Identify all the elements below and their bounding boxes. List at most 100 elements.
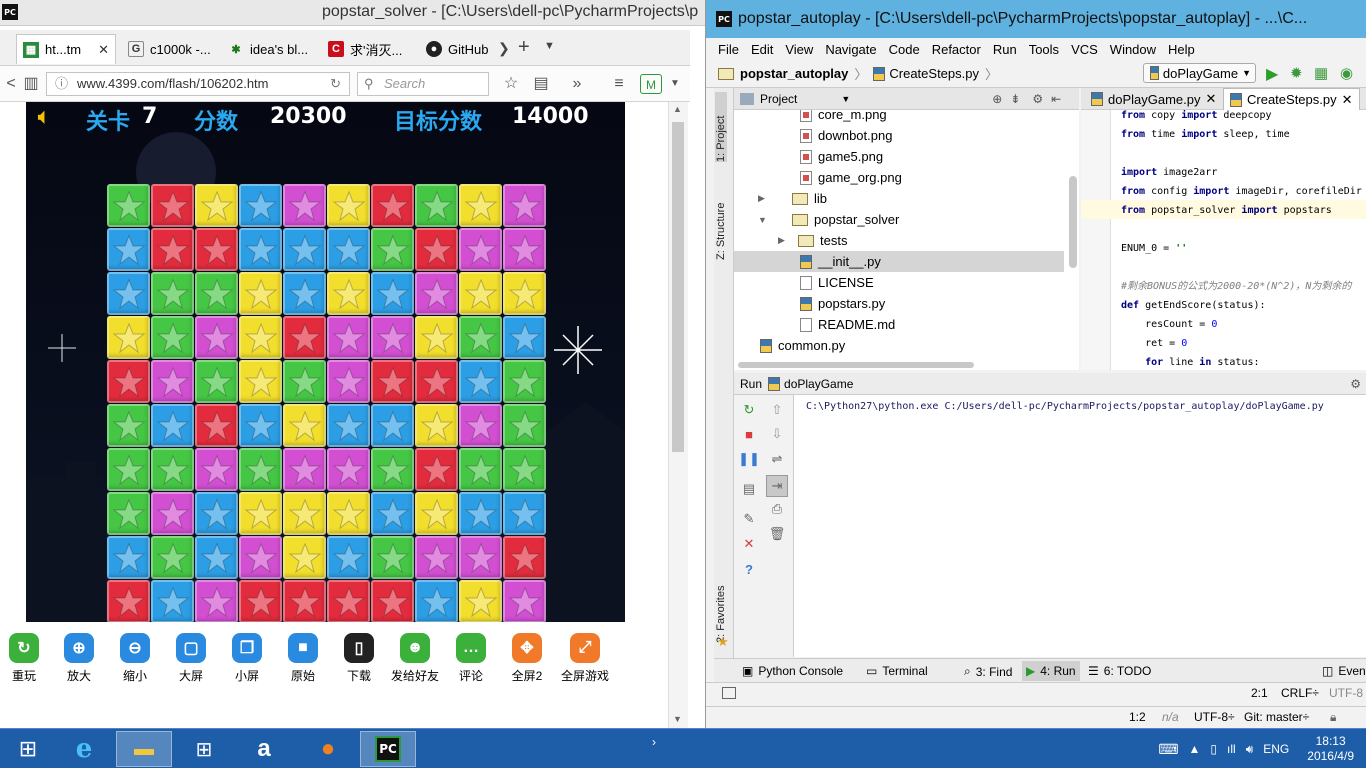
star-tile[interactable]: [151, 316, 194, 359]
wifi-signal-icon[interactable]: ıll: [1227, 742, 1236, 756]
star-tile[interactable]: [195, 448, 238, 491]
rerun-icon[interactable]: ↻: [740, 401, 758, 419]
run-config-select[interactable]: doPlayGame ▼: [1143, 63, 1256, 83]
browser-tab-2[interactable]: G c1000k -...: [122, 34, 217, 64]
star-tile[interactable]: [327, 316, 370, 359]
overflow-chevron-icon[interactable]: »: [566, 74, 588, 94]
tree-item[interactable]: popstars.py: [734, 293, 1064, 314]
star-tile[interactable]: [283, 404, 326, 447]
collapse-all-icon[interactable]: ⇟: [1010, 92, 1020, 106]
bookmark-star-icon[interactable]: ☆: [500, 74, 522, 94]
hide-panel-icon[interactable]: ⇤: [1051, 92, 1061, 106]
game-tool-small-screen[interactable]: ❐ 小屏: [219, 633, 275, 684]
star-tile[interactable]: [371, 272, 414, 315]
star-tile[interactable]: [503, 580, 546, 622]
tree-item[interactable]: common.py: [734, 335, 1064, 356]
star-tile[interactable]: [239, 272, 282, 315]
menu-tools[interactable]: Tools: [1029, 42, 1059, 57]
star-tile[interactable]: [195, 536, 238, 579]
code-editor[interactable]: from copy import deepcopy from time impor…: [1081, 110, 1366, 370]
file-explorer-icon[interactable]: ▬: [116, 731, 172, 767]
star-tile[interactable]: [503, 404, 546, 447]
star-tile[interactable]: [239, 404, 282, 447]
star-tile[interactable]: [107, 536, 150, 579]
scroll-up-icon[interactable]: ▲: [673, 104, 682, 114]
star-tile[interactable]: [327, 272, 370, 315]
tool-tab[interactable]: ◫ Event: [1322, 664, 1366, 678]
sound-icon[interactable]: 🔈︎: [38, 104, 50, 128]
star-tile[interactable]: [459, 184, 502, 227]
game-tool-zoom-out[interactable]: ⊖ 缩小: [107, 633, 163, 684]
tool-tab[interactable]: ☰ 6: TODO: [1088, 664, 1151, 678]
star-tile[interactable]: [371, 228, 414, 271]
scroll-down-icon[interactable]: ▼: [673, 714, 682, 724]
star-tile[interactable]: [283, 492, 326, 535]
star-tile[interactable]: [327, 492, 370, 535]
star-tile[interactable]: [503, 360, 546, 403]
game-tool-phone-download[interactable]: ▯ 下载: [331, 633, 387, 684]
game-tool-zoom-in[interactable]: ⊕ 放大: [51, 633, 107, 684]
back-icon[interactable]: <: [0, 74, 22, 94]
star-tile[interactable]: [503, 536, 546, 579]
extension-icon[interactable]: M: [640, 74, 662, 94]
tree-expander-icon[interactable]: ▼: [758, 215, 767, 225]
battery-icon[interactable]: ▯: [1210, 742, 1217, 756]
caret-position-2[interactable]: 1:2: [1129, 710, 1146, 724]
game-tool-share-friend[interactable]: ☻ 发给好友: [387, 633, 443, 684]
star-tile[interactable]: [195, 580, 238, 622]
tree-item[interactable]: game5.png: [734, 146, 1064, 167]
star-tile[interactable]: [151, 404, 194, 447]
reload-icon[interactable]: ↻: [330, 73, 341, 95]
star-tile[interactable]: [459, 580, 502, 622]
profile-icon[interactable]: ◉: [1340, 64, 1353, 82]
star-tile[interactable]: [327, 448, 370, 491]
star-tile[interactable]: [151, 184, 194, 227]
menu-view[interactable]: View: [785, 42, 813, 57]
tab-scroll-right-icon[interactable]: ❯: [498, 40, 510, 57]
star-tile[interactable]: [151, 492, 194, 535]
star-tile[interactable]: [371, 448, 414, 491]
star-tile[interactable]: [459, 272, 502, 315]
star-tile[interactable]: [239, 448, 282, 491]
game-tool-original-size[interactable]: ■ 原始: [275, 633, 331, 684]
star-tile[interactable]: [283, 536, 326, 579]
coverage-icon[interactable]: ▦: [1314, 64, 1328, 82]
star-tile[interactable]: [415, 448, 458, 491]
star-tile[interactable]: [415, 580, 458, 622]
tree-item[interactable]: ▶ tests: [734, 230, 1064, 251]
tab-close-icon[interactable]: ✕: [98, 42, 109, 58]
star-tile[interactable]: [195, 316, 238, 359]
game-tool-large-screen[interactable]: ▢ 大屏: [163, 633, 219, 684]
star-tile[interactable]: [415, 536, 458, 579]
star-tile[interactable]: [371, 404, 414, 447]
clock[interactable]: 18:13 2016/4/9: [1307, 734, 1354, 764]
tree-item[interactable]: __init__.py: [734, 251, 1064, 272]
star-tile[interactable]: [459, 536, 502, 579]
tree-item[interactable]: game_org.png: [734, 167, 1064, 188]
star-tile[interactable]: [371, 492, 414, 535]
tree-item[interactable]: LICENSE: [734, 272, 1064, 293]
browser-tab-3[interactable]: ✱ idea's bl...: [222, 34, 314, 64]
search-input[interactable]: ⚲ Search: [357, 72, 489, 96]
star-tile[interactable]: [107, 360, 150, 403]
star-tile[interactable]: [503, 492, 546, 535]
run-panel-name[interactable]: doPlayGame: [784, 377, 853, 391]
star-tile[interactable]: [151, 360, 194, 403]
line-separator[interactable]: CRLF÷: [1281, 686, 1319, 700]
star-tile[interactable]: [195, 272, 238, 315]
star-tile[interactable]: [371, 184, 414, 227]
tree-hscroll-thumb[interactable]: [738, 362, 974, 368]
clear-all-icon[interactable]: 🗑︎: [768, 525, 786, 543]
tree-item[interactable]: README.md: [734, 314, 1064, 335]
game-tool-comment[interactable]: … 评论: [443, 633, 499, 684]
star-tile[interactable]: [459, 404, 502, 447]
star-tile[interactable]: [283, 360, 326, 403]
tree-item[interactable]: core_m.png: [734, 110, 1064, 125]
lock-icon[interactable]: 🔒︎: [1330, 710, 1336, 725]
stop-icon[interactable]: ■: [740, 425, 758, 443]
start-button-icon[interactable]: ⊞: [0, 731, 56, 767]
star-tile[interactable]: [459, 316, 502, 359]
star-tile[interactable]: [151, 272, 194, 315]
file-encoding[interactable]: UTF-8: [1329, 686, 1363, 700]
toggle-tool-windows-icon[interactable]: [722, 687, 736, 699]
